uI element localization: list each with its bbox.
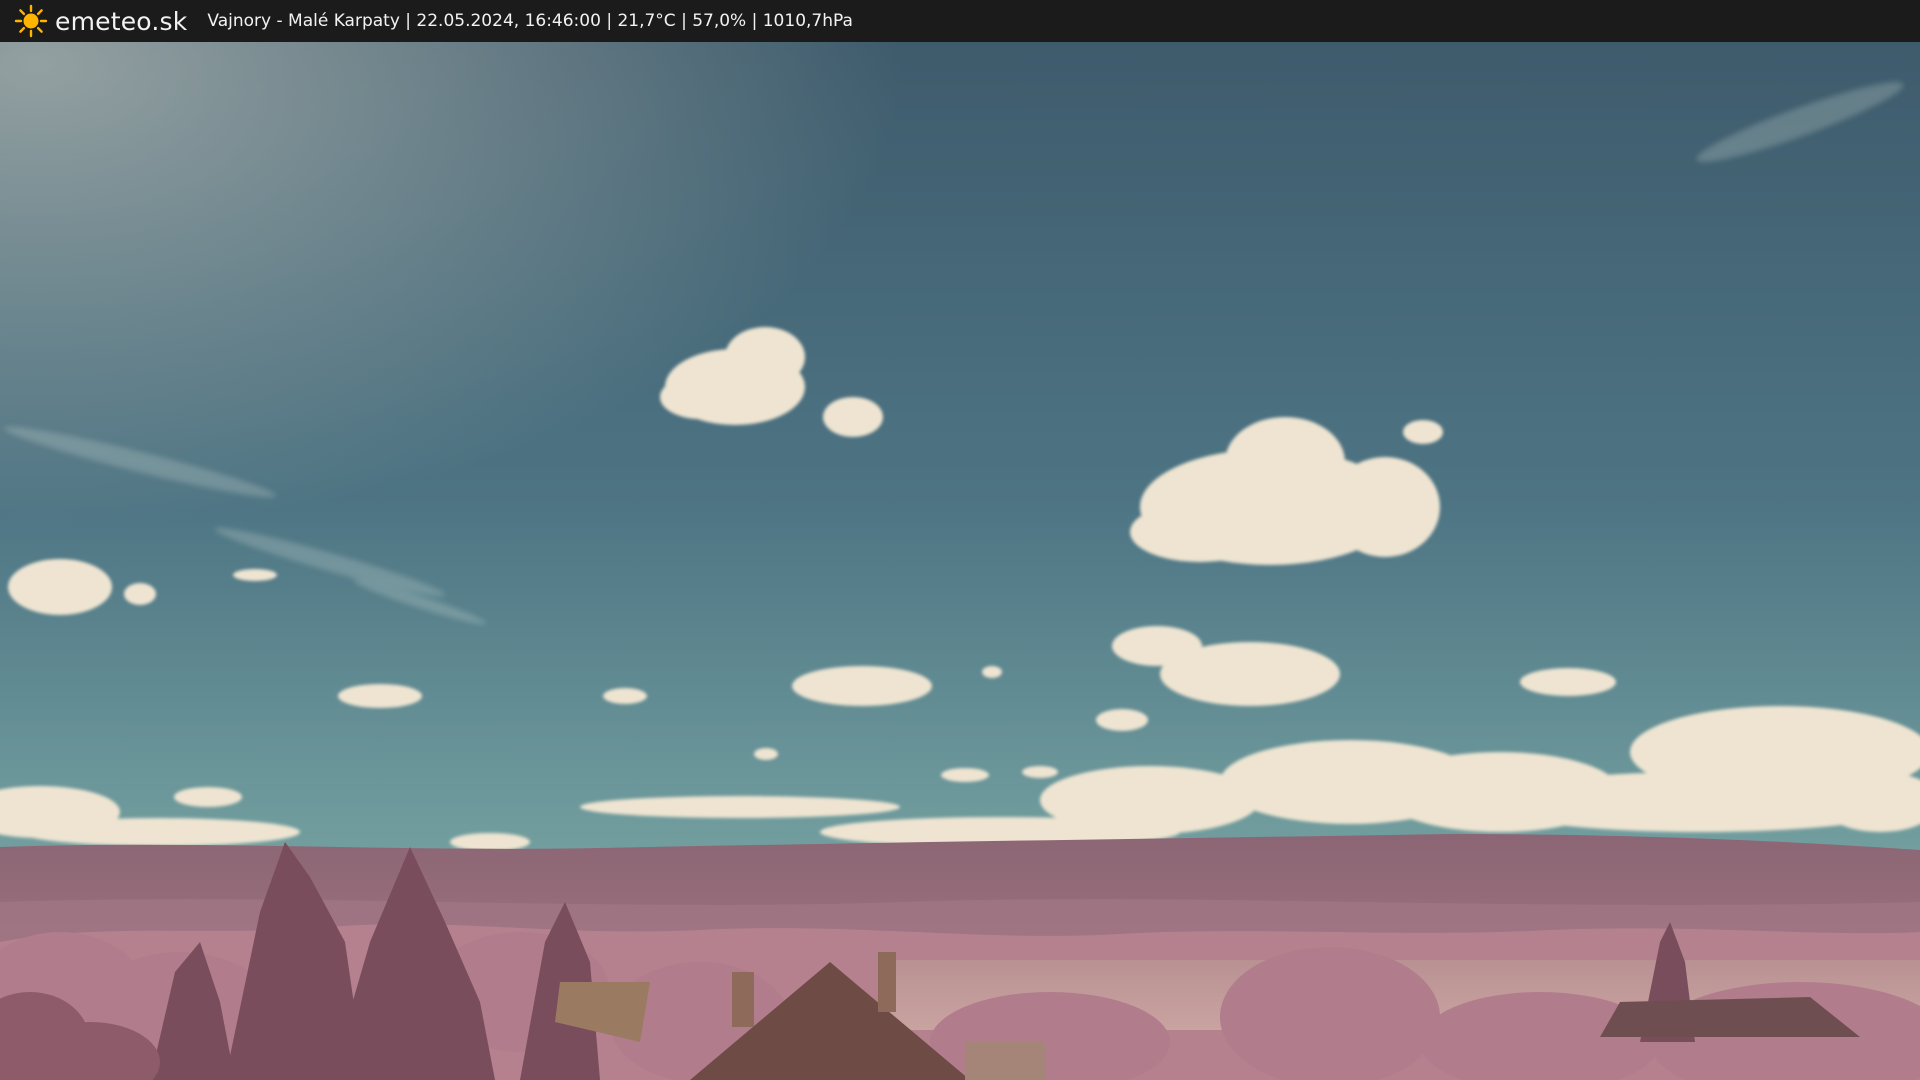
webcam-page: emeteo.sk Vajnory - Malé Karpaty | 22.05… xyxy=(0,0,1920,1080)
sun-icon xyxy=(14,4,48,38)
brand[interactable]: emeteo.sk xyxy=(14,4,187,38)
webcam-image xyxy=(0,42,1920,1080)
station-info: Vajnory - Malé Karpaty | 22.05.2024, 16:… xyxy=(207,11,853,31)
brand-name: emeteo.sk xyxy=(55,6,188,36)
header-bar: emeteo.sk Vajnory - Malé Karpaty | 22.05… xyxy=(0,0,1920,42)
